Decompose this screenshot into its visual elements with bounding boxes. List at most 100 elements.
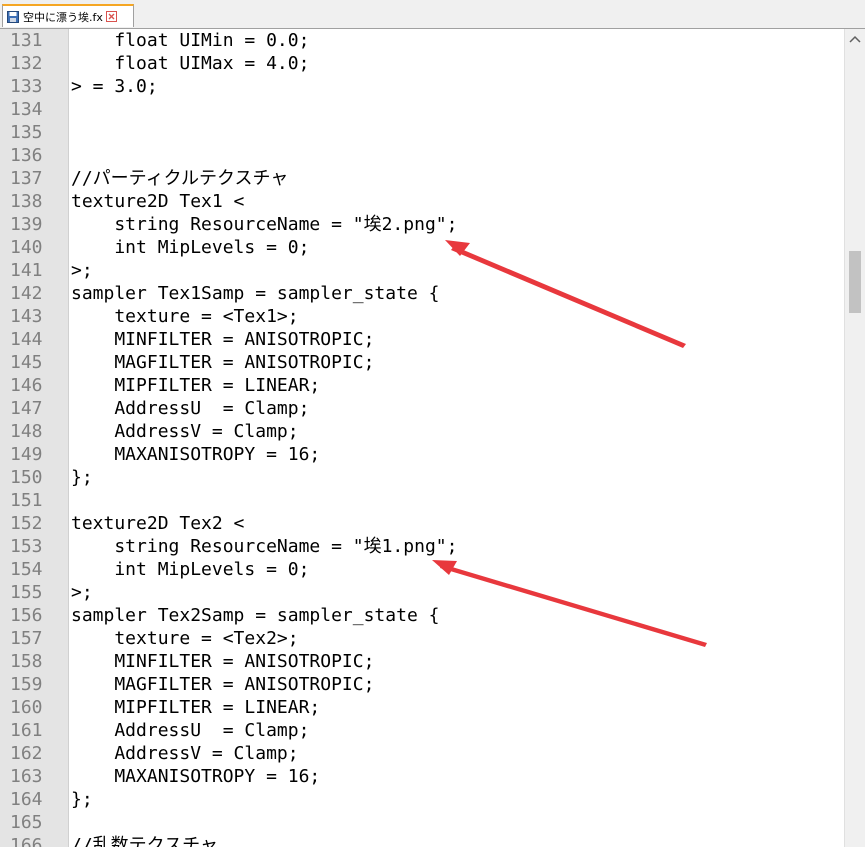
- line-number: 140: [10, 237, 43, 258]
- code-line[interactable]: 133 > = 3.0;: [0, 75, 845, 98]
- line-number: 166: [10, 835, 43, 847]
- code-line[interactable]: 163 MAXANISOTROPY = 16;: [0, 765, 845, 788]
- line-number: 154: [10, 559, 43, 580]
- line-number: 157: [10, 628, 43, 649]
- code-text: string ResourceName = "埃2.png";: [71, 214, 458, 235]
- code-text: int MipLevels = 0;: [71, 559, 310, 580]
- code-line[interactable]: 136: [0, 144, 845, 167]
- code-text: MAGFILTER = ANISOTROPIC;: [71, 674, 375, 695]
- code-text: MIPFILTER = LINEAR;: [71, 697, 321, 718]
- code-line[interactable]: 155 >;: [0, 581, 845, 604]
- line-number: 155: [10, 582, 43, 603]
- code-line[interactable]: 140 int MipLevels = 0;: [0, 236, 845, 259]
- code-text: texture2D Tex1 <: [71, 191, 245, 212]
- line-number: 141: [10, 260, 43, 281]
- code-line[interactable]: 139 string ResourceName = "埃2.png";: [0, 213, 845, 236]
- code-line[interactable]: 141 >;: [0, 259, 845, 282]
- code-line[interactable]: 157 texture = <Tex2>;: [0, 627, 845, 650]
- line-number: 132: [10, 53, 43, 74]
- code-line[interactable]: 144 MINFILTER = ANISOTROPIC;: [0, 328, 845, 351]
- code-line[interactable]: 162 AddressV = Clamp;: [0, 742, 845, 765]
- line-number: 159: [10, 674, 43, 695]
- code-line[interactable]: 150};: [0, 466, 845, 489]
- code-line[interactable]: 161 AddressU = Clamp;: [0, 719, 845, 742]
- line-number: 138: [10, 191, 43, 212]
- code-line[interactable]: 164};: [0, 788, 845, 811]
- code-text: MINFILTER = ANISOTROPIC;: [71, 329, 375, 350]
- line-number: 131: [10, 30, 43, 51]
- line-number: 134: [10, 99, 43, 120]
- scroll-up-arrow-icon[interactable]: [849, 35, 861, 43]
- line-number: 161: [10, 720, 43, 741]
- code-line[interactable]: 165: [0, 811, 845, 834]
- code-line[interactable]: 151: [0, 489, 845, 512]
- code-line[interactable]: 147 AddressU = Clamp;: [0, 397, 845, 420]
- code-text: int MipLevels = 0;: [71, 237, 310, 258]
- code-line[interactable]: 138 texture2D Tex1 <: [0, 190, 845, 213]
- code-text: MAXANISOTROPY = 16;: [71, 766, 321, 787]
- code-line[interactable]: 142 sampler Tex1Samp = sampler_state {: [0, 282, 845, 305]
- code-text: AddressV = Clamp;: [71, 743, 299, 764]
- tab-title: 空中に漂う埃.fx: [23, 10, 103, 24]
- vertical-scrollbar[interactable]: [844, 29, 865, 847]
- code-text: MAXANISOTROPY = 16;: [71, 444, 321, 465]
- line-number: 136: [10, 145, 43, 166]
- line-number: 165: [10, 812, 43, 833]
- code-text: float UIMin = 0.0;: [71, 30, 310, 51]
- code-line[interactable]: 153 string ResourceName = "埃1.png";: [0, 535, 845, 558]
- line-number: 152: [10, 513, 43, 534]
- editor-window: 空中に漂う埃.fx 131 float UIMin = 0.0; 132 floa…: [0, 0, 865, 847]
- line-number: 146: [10, 375, 43, 396]
- line-number: 153: [10, 536, 43, 557]
- line-number: 158: [10, 651, 43, 672]
- code-text: MIPFILTER = LINEAR;: [71, 375, 321, 396]
- line-number: 143: [10, 306, 43, 327]
- code-line[interactable]: 154 int MipLevels = 0;: [0, 558, 845, 581]
- code-line[interactable]: 132 float UIMax = 4.0;: [0, 52, 845, 75]
- line-number: 142: [10, 283, 43, 304]
- code-lines: 131 float UIMin = 0.0; 132 float UIMax = …: [0, 29, 845, 847]
- code-editor[interactable]: 131 float UIMin = 0.0; 132 float UIMax = …: [0, 29, 845, 847]
- line-number: 147: [10, 398, 43, 419]
- code-line[interactable]: 156 sampler Tex2Samp = sampler_state {: [0, 604, 845, 627]
- code-text: AddressU = Clamp;: [71, 720, 310, 741]
- code-text: };: [71, 467, 93, 488]
- code-line[interactable]: 148 AddressV = Clamp;: [0, 420, 845, 443]
- line-number: 160: [10, 697, 43, 718]
- save-icon: [7, 10, 19, 23]
- code-line[interactable]: 137 //パーティクルテクスチャ: [0, 167, 845, 190]
- line-number: 150: [10, 467, 43, 488]
- line-number: 156: [10, 605, 43, 626]
- code-line[interactable]: 159 MAGFILTER = ANISOTROPIC;: [0, 673, 845, 696]
- line-number: 139: [10, 214, 43, 235]
- line-number: 137: [10, 168, 43, 189]
- line-number: 144: [10, 329, 43, 350]
- code-text: MAGFILTER = ANISOTROPIC;: [71, 352, 375, 373]
- code-line[interactable]: 160 MIPFILTER = LINEAR;: [0, 696, 845, 719]
- code-line[interactable]: 152 texture2D Tex2 <: [0, 512, 845, 535]
- code-line[interactable]: 166 //乱数テクスチャ: [0, 834, 845, 847]
- line-number: 148: [10, 421, 43, 442]
- line-number: 145: [10, 352, 43, 373]
- code-line[interactable]: 146 MIPFILTER = LINEAR;: [0, 374, 845, 397]
- code-text: > = 3.0;: [71, 76, 158, 97]
- close-icon[interactable]: [105, 11, 117, 22]
- scrollbar-thumb[interactable]: [849, 251, 861, 313]
- code-line[interactable]: 158 MINFILTER = ANISOTROPIC;: [0, 650, 845, 673]
- code-text: MINFILTER = ANISOTROPIC;: [71, 651, 375, 672]
- code-text: AddressU = Clamp;: [71, 398, 310, 419]
- code-line[interactable]: 134: [0, 98, 845, 121]
- code-text: sampler Tex1Samp = sampler_state {: [71, 283, 440, 304]
- code-line[interactable]: 149 MAXANISOTROPY = 16;: [0, 443, 845, 466]
- line-number: 135: [10, 122, 43, 143]
- code-text: sampler Tex2Samp = sampler_state {: [71, 605, 440, 626]
- code-line[interactable]: 131 float UIMin = 0.0;: [0, 29, 845, 52]
- line-number: 151: [10, 490, 43, 511]
- code-text: //乱数テクスチャ: [71, 835, 218, 847]
- code-text: texture2D Tex2 <: [71, 513, 245, 534]
- tab-file[interactable]: 空中に漂う埃.fx: [2, 4, 134, 27]
- code-line[interactable]: 145 MAGFILTER = ANISOTROPIC;: [0, 351, 845, 374]
- code-text: >;: [71, 260, 93, 281]
- code-line[interactable]: 135: [0, 121, 845, 144]
- code-line[interactable]: 143 texture = <Tex1>;: [0, 305, 845, 328]
